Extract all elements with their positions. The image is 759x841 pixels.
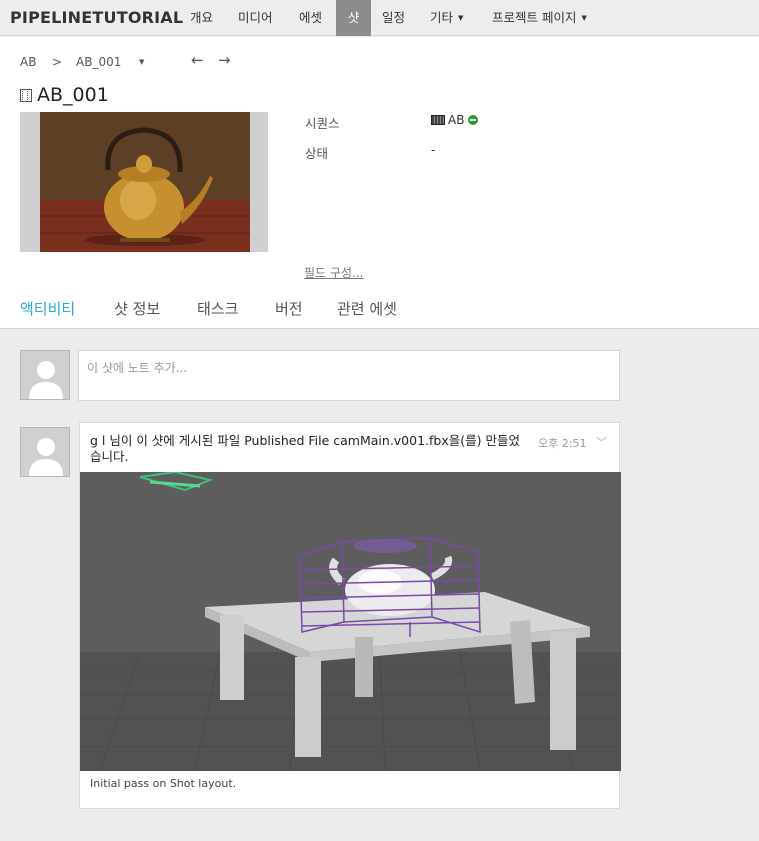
top-nav: PIPELINETUTORIAL 개요 미디어 에셋 샷 일정 기타 ▼ 프로젝트… <box>0 0 759 36</box>
user-icon <box>29 361 63 399</box>
activity-card: g l 님이 이 샷에 게시된 파일 Published File camMai… <box>79 422 621 809</box>
status-indicator-icon <box>468 115 479 125</box>
nav-item-project-pages[interactable]: 프로젝트 페이지 ▼ <box>484 0 595 36</box>
breadcrumb-project[interactable]: AB <box>20 55 36 69</box>
nav-item-schedule[interactable]: 일정 <box>374 0 413 36</box>
detail-tabs: 액티비티 샷 정보 태스크 버전 관련 에셋 <box>0 296 759 326</box>
activity-text: g l 님이 이 샷에 게시된 파일 Published File camMai… <box>90 433 520 464</box>
field-label-status: 상태 <box>305 146 329 161</box>
field-value-status[interactable]: - <box>431 143 435 157</box>
field-label-sequence: 시퀀스 <box>305 116 340 131</box>
back-arrow-icon[interactable]: ← <box>191 51 204 69</box>
breadcrumb-dropdown-icon[interactable]: ▼ <box>139 58 144 66</box>
tab-divider <box>0 328 759 329</box>
viewport-render-image <box>80 472 621 771</box>
kettle-photo <box>20 112 268 252</box>
nav-item-other[interactable]: 기타 ▼ <box>422 0 471 36</box>
caret-down-icon: ▼ <box>581 14 587 22</box>
nav-item-assets[interactable]: 에셋 <box>291 0 330 36</box>
shot-thumbnail[interactable] <box>20 112 268 252</box>
brand-logo[interactable]: PIPELINETUTORIAL <box>10 8 183 27</box>
breadcrumb-separator: > <box>52 55 63 69</box>
note-input-placeholder: 이 샷에 노트 추가... <box>87 361 188 375</box>
activity-avatar <box>20 427 70 477</box>
note-input[interactable]: 이 샷에 노트 추가... <box>78 350 620 401</box>
published-file-preview[interactable] <box>80 472 621 771</box>
page-title: AB_001 <box>20 84 109 106</box>
shot-title: AB_001 <box>37 84 109 106</box>
caret-down-icon: ▼ <box>458 14 464 22</box>
user-icon <box>29 438 63 476</box>
tab-tasks[interactable]: 태스크 <box>197 298 238 319</box>
tab-versions[interactable]: 버전 <box>275 298 303 319</box>
nav-item-overview[interactable]: 개요 <box>182 0 221 36</box>
activity-caption: Initial pass on Shot layout. <box>90 777 237 790</box>
nav-item-shots[interactable]: 샷 <box>336 0 371 36</box>
tab-shot-info[interactable]: 샷 정보 <box>114 298 160 319</box>
tab-activity[interactable]: 액티비티 <box>20 298 75 319</box>
forward-arrow-icon[interactable]: → <box>218 51 231 69</box>
configure-fields-link[interactable]: 필드 구성... <box>304 264 363 281</box>
sequence-icon <box>431 115 445 125</box>
chevron-down-icon[interactable]: ﹀ <box>596 434 607 450</box>
tab-related-assets[interactable]: 관련 에셋 <box>337 298 397 319</box>
avatar <box>20 350 70 400</box>
breadcrumb-current[interactable]: AB_001 <box>76 55 121 69</box>
activity-timestamp: 오후 2:51 <box>538 437 587 450</box>
nav-item-media[interactable]: 미디어 <box>230 0 281 36</box>
field-value-sequence[interactable]: AB <box>431 113 479 127</box>
film-icon <box>20 88 32 102</box>
sequence-link[interactable]: AB <box>448 113 464 127</box>
